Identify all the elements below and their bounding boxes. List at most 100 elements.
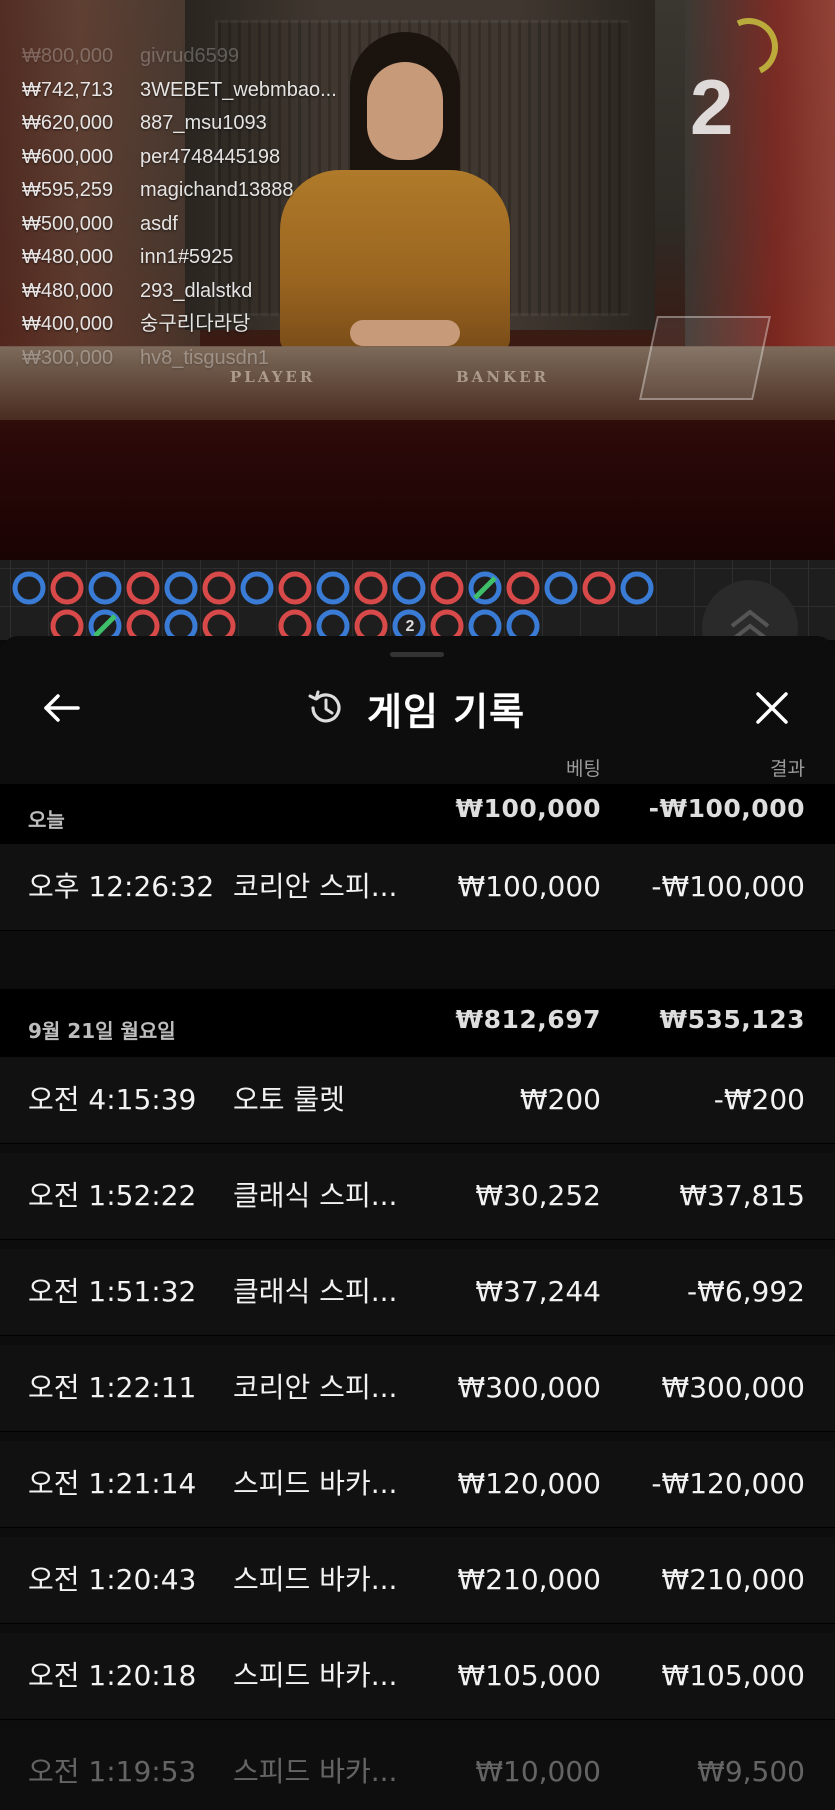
player-bead — [392, 571, 426, 605]
dealer-hands — [350, 320, 460, 346]
tie-slash — [93, 614, 117, 638]
row-game: 코리안 스피... — [233, 1371, 398, 1404]
column-header-bet: 베팅 — [566, 758, 601, 780]
row-game: 오토 룰렛 — [233, 1083, 345, 1116]
row-bet: ₩300,000 — [457, 1371, 601, 1404]
winner-row: ₩742,713 3WEBET_webmbao... — [22, 78, 337, 101]
banker-bead — [354, 571, 388, 605]
winner-row: ₩595,259 magichand13888 — [22, 179, 294, 201]
banker-bead — [582, 571, 616, 605]
group-total-result: -₩100,000 — [648, 794, 805, 823]
road-marker: 2 — [406, 618, 415, 635]
arrow-left-icon — [44, 694, 80, 722]
group-date: 오늘 — [28, 808, 65, 832]
row-result: -₩6,992 — [687, 1275, 805, 1308]
dealer-face — [367, 62, 443, 160]
history-row[interactable]: 오전 4:15:39 오토 룰렛 ₩200 -₩200 — [0, 1057, 835, 1144]
player-bead — [12, 571, 46, 605]
player-bead — [164, 571, 198, 605]
row-result: ₩37,815 — [679, 1179, 805, 1212]
banker-bead — [126, 571, 160, 605]
close-button[interactable] — [750, 686, 794, 730]
row-result: -₩120,000 — [651, 1467, 805, 1500]
history-row[interactable]: 오전 1:52:22 클래식 스피... ₩30,252 ₩37,815 — [0, 1153, 835, 1240]
column-header-result: 결과 — [770, 758, 805, 780]
row-time: 오전 1:21:14 — [28, 1467, 197, 1500]
winner-row: ₩480,000 293_dlalstkd — [22, 279, 253, 302]
row-game: 클래식 스피... — [233, 1275, 398, 1308]
row-time: 오전 1:20:43 — [28, 1563, 197, 1596]
player-bead — [620, 571, 654, 605]
winner-row: ₩500,000 asdf — [22, 212, 178, 235]
row-game: 스피드 바카... — [233, 1467, 398, 1500]
live-video-stream: PLAYER BANKER 2 ₩800,000 givrud6599 ₩742,… — [0, 0, 835, 560]
history-row[interactable]: 오전 1:21:14 스피드 바카... ₩120,000 -₩120,000 — [0, 1441, 835, 1528]
sheet-title-group: 게임 기록 — [305, 680, 525, 736]
banker-bead — [430, 571, 464, 605]
history-row[interactable]: 오후 12:26:32 코리안 스피... ₩100,000 -₩100,000 — [0, 844, 835, 931]
banker-bead — [506, 571, 540, 605]
history-row[interactable]: 오전 1:19:53 스피드 바카... ₩10,000 ₩9,500 — [0, 1729, 835, 1810]
round-number: 2 — [690, 63, 734, 151]
row-result: ₩105,000 — [661, 1659, 805, 1692]
row-bet: ₩120,000 — [457, 1467, 601, 1500]
row-time: 오전 1:19:53 — [28, 1755, 197, 1788]
winner-row: ₩480,000 inn1#5925 — [22, 246, 234, 268]
card-shoe — [639, 316, 771, 400]
row-game: 스피드 바카... — [233, 1659, 398, 1692]
recent-winners-list: ₩800,000 givrud6599 ₩742,713 3WEBET_webmba… — [22, 40, 362, 375]
close-icon — [756, 692, 788, 724]
history-row[interactable]: 오전 1:22:11 코리안 스피... ₩300,000 ₩300,000 — [0, 1345, 835, 1432]
banker-bead — [278, 571, 312, 605]
row-result: ₩210,000 — [661, 1563, 805, 1596]
winner-row: ₩400,000 숭구리다라당 — [22, 313, 251, 335]
row-game: 코리안 스피... — [233, 870, 398, 903]
group-date: 9월 21일 월요일 — [28, 1019, 176, 1043]
game-history-sheet: 게임 기록 베팅 결과 오늘 ₩100,000 -₩100,000 오후 12:… — [0, 636, 835, 1810]
group-total-bet: ₩100,000 — [455, 794, 601, 823]
row-time: 오전 1:52:22 — [28, 1179, 197, 1212]
row-bet: ₩100,000 — [457, 870, 601, 903]
row-time: 오전 1:51:32 — [28, 1275, 197, 1308]
banker-bead — [50, 571, 84, 605]
row-result: ₩9,500 — [697, 1755, 805, 1788]
tie-slash — [473, 576, 497, 600]
row-result: ₩300,000 — [661, 1371, 805, 1404]
row-bet: ₩200 — [519, 1083, 601, 1116]
group-spacer — [0, 931, 835, 989]
group-total-result: ₩535,123 — [659, 1005, 805, 1034]
history-row[interactable]: 오전 1:20:43 스피드 바카... ₩210,000 ₩210,000 — [0, 1537, 835, 1624]
row-time: 오전 1:20:18 — [28, 1659, 197, 1692]
banker-bead — [202, 571, 236, 605]
player-bead — [88, 571, 122, 605]
history-row[interactable]: 오전 1:20:18 스피드 바카... ₩105,000 ₩105,000 — [0, 1633, 835, 1720]
winner-row: ₩620,000 887_msu1093 — [22, 112, 267, 134]
row-game: 클래식 스피... — [233, 1179, 398, 1212]
row-time: 오후 12:26:32 — [28, 870, 215, 903]
row-game: 스피드 바카... — [233, 1755, 398, 1788]
sheet-header: 게임 기록 — [0, 636, 835, 754]
player-bead — [240, 571, 274, 605]
row-bet: ₩105,000 — [457, 1659, 601, 1692]
row-bet: ₩210,000 — [457, 1563, 601, 1596]
winner-row: ₩300,000 hv8_tisgusdn1 — [22, 346, 269, 369]
row-bet: ₩10,000 — [475, 1755, 601, 1788]
sheet-title: 게임 기록 — [367, 689, 526, 734]
row-game: 스피드 바카... — [233, 1563, 398, 1596]
row-bet: ₩30,252 — [475, 1179, 601, 1212]
row-time: 오전 1:22:11 — [28, 1371, 197, 1404]
column-headers: 베팅 결과 — [0, 754, 835, 784]
row-bet: ₩37,244 — [475, 1275, 601, 1308]
row-result: -₩200 — [713, 1083, 805, 1116]
player-bead — [316, 571, 350, 605]
back-button[interactable] — [40, 686, 84, 730]
history-row[interactable]: 오전 1:51:32 클래식 스피... ₩37,244 -₩6,992 — [0, 1249, 835, 1336]
row-time: 오전 4:15:39 — [28, 1083, 197, 1116]
date-group-header: 9월 21일 월요일 ₩812,697 ₩535,123 — [0, 989, 835, 1057]
history-icon — [308, 690, 341, 723]
winner-row: ₩600,000 per4748445198 — [22, 145, 281, 168]
group-total-bet: ₩812,697 — [455, 1005, 601, 1034]
date-group-header: 오늘 ₩100,000 -₩100,000 — [0, 784, 835, 844]
winner-row: ₩800,000 givrud6599 — [22, 45, 239, 67]
table-label-banker: BANKER — [456, 368, 549, 386]
